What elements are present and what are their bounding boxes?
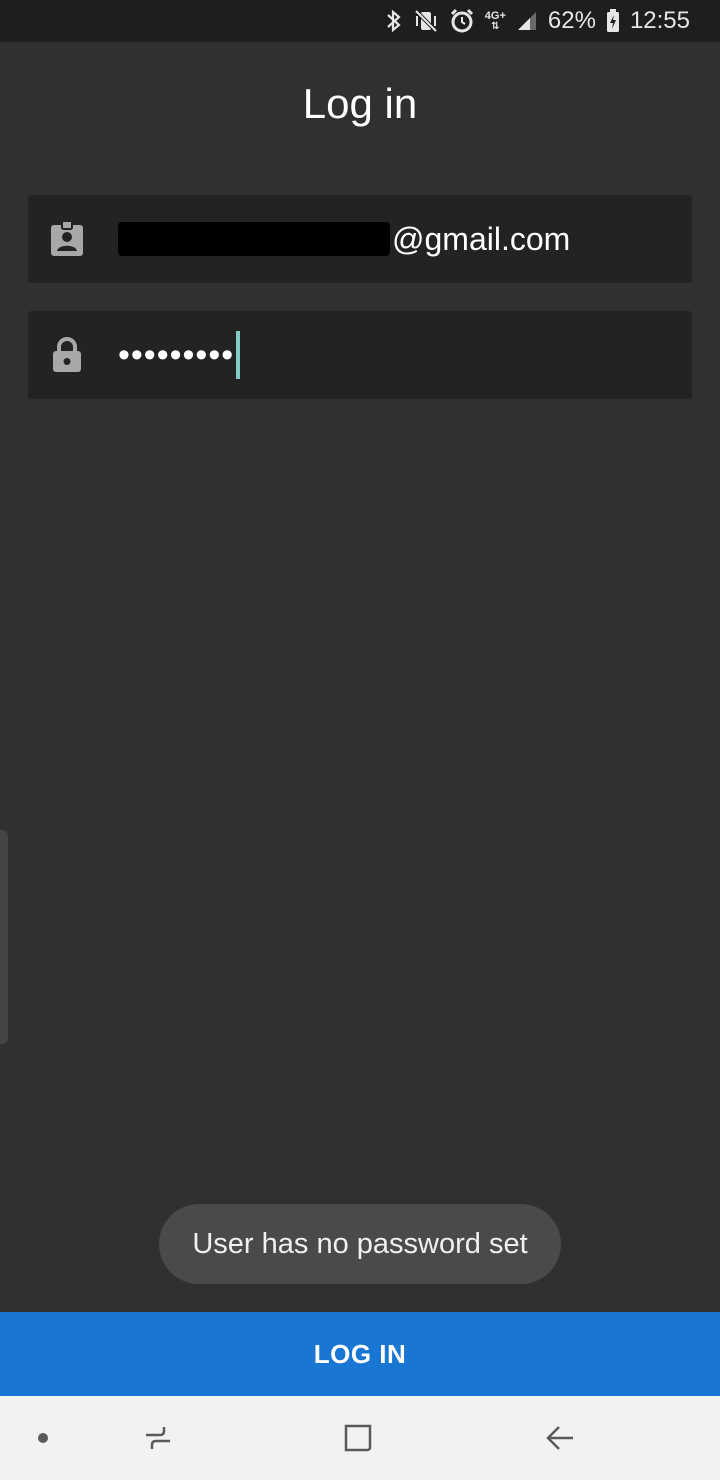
back-icon[interactable] [538, 1396, 582, 1480]
home-icon[interactable] [336, 1396, 380, 1480]
status-bar: 4G+ ⇅ 62% 12:55 [0, 0, 720, 42]
signal-icon [516, 6, 538, 36]
email-value: @gmail.com [118, 195, 570, 283]
vibrate-mute-icon [413, 6, 439, 36]
network-label: 4G+ [484, 9, 506, 22]
email-field[interactable]: @gmail.com [28, 195, 692, 283]
alarm-icon [449, 6, 475, 36]
battery-percent: 62% [547, 7, 596, 34]
password-value: ••••••••• [118, 311, 241, 399]
lock-icon [28, 311, 106, 399]
recent-apps-icon[interactable] [136, 1396, 180, 1480]
login-button[interactable]: LOG IN [0, 1312, 720, 1396]
dot-icon[interactable] [28, 1396, 58, 1480]
clock: 12:55 [629, 7, 690, 34]
battery-icon [606, 6, 620, 36]
network-4g-icon: 4G+ ⇅ [484, 9, 506, 32]
page-title: Log in [302, 80, 418, 127]
contact-badge-icon [28, 195, 106, 283]
password-field[interactable]: ••••••••• [28, 311, 692, 399]
email-domain: @gmail.com [392, 220, 571, 257]
redacted-text [118, 222, 390, 256]
navigation-bar [0, 1396, 720, 1480]
bluetooth-icon [385, 6, 403, 36]
edge-panel-handle[interactable] [0, 830, 8, 1044]
toast-message: User has no password set [159, 1204, 561, 1284]
password-mask: ••••••••• [118, 336, 235, 374]
text-cursor [236, 331, 241, 379]
